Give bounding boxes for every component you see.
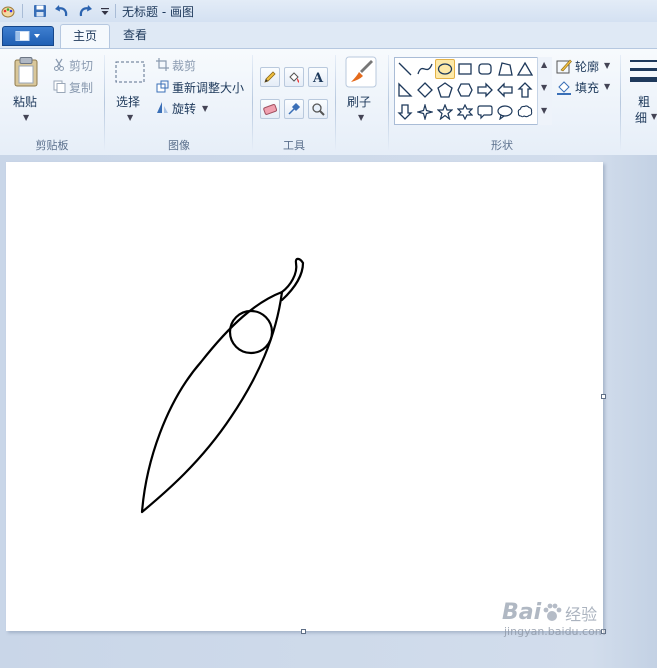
copy-button[interactable]: 复制 <box>69 79 93 96</box>
color-picker-icon[interactable] <box>284 99 304 119</box>
fill-shape-icon <box>556 79 572 95</box>
paste-dropdown-icon[interactable]: ▼ <box>23 113 29 122</box>
tab-home[interactable]: 主页 <box>60 24 111 48</box>
size-dropdown-icon[interactable]: ▼ <box>651 112 657 121</box>
ribbon-tab-row: 主页 查看 <box>0 22 657 48</box>
rounded-rectangle-shape-icon[interactable] <box>475 59 495 79</box>
right-triangle-shape-icon[interactable] <box>395 80 415 100</box>
brush-icon[interactable] <box>344 55 378 89</box>
ribbon: 粘贴 ▼ 剪切 复制 剪贴板 选择 ▼ 裁剪 重新调整大小 旋转 ▼ 图像 A <box>0 48 657 156</box>
pencil-icon[interactable] <box>260 67 280 87</box>
menu-icon <box>15 31 40 41</box>
resize-handle-right[interactable] <box>601 394 606 399</box>
brushes-dropdown-icon[interactable]: ▼ <box>358 113 364 122</box>
paint-app-icon[interactable] <box>0 3 16 19</box>
resize-handle-bottom[interactable] <box>301 629 306 634</box>
cloud-callout-shape-icon[interactable] <box>515 102 535 122</box>
diamond-shape-icon[interactable] <box>415 80 435 100</box>
group-divider <box>388 55 389 151</box>
paw-logo-icon <box>543 603 562 621</box>
canvas-workspace <box>0 155 657 668</box>
oval-shape-icon[interactable] <box>435 59 455 79</box>
select-dropdown-icon[interactable]: ▼ <box>127 113 133 122</box>
four-point-star-shape-icon[interactable] <box>415 102 435 122</box>
scroll-down-icon[interactable]: ▼ <box>541 83 547 92</box>
magnifier-icon[interactable] <box>308 99 328 119</box>
hexagon-shape-icon[interactable] <box>455 80 475 100</box>
outline-button[interactable]: 轮廓 <box>575 58 599 75</box>
copy-icon <box>52 79 66 93</box>
oval-callout-shape-icon[interactable] <box>495 102 515 122</box>
toolbar-separator <box>22 4 23 18</box>
customize-toolbar-icon[interactable] <box>97 3 113 19</box>
triangle-shape-icon[interactable] <box>515 59 535 79</box>
group-divider <box>104 55 105 151</box>
rounded-callout-shape-icon[interactable] <box>475 102 495 122</box>
paste-button[interactable]: 粘贴 <box>13 93 37 110</box>
watermark-jingyan: 经验 <box>565 604 598 624</box>
shapes-group-label: 形状 <box>491 139 513 152</box>
pepper-drawing <box>140 257 305 514</box>
tools-group-label: 工具 <box>283 139 305 152</box>
window-title: 无标题 - 画图 <box>122 5 194 19</box>
toolbar-separator <box>115 4 116 18</box>
text-icon[interactable]: A <box>308 67 328 87</box>
right-arrow-shape-icon[interactable] <box>475 80 495 100</box>
rectangle-shape-icon[interactable] <box>455 59 475 79</box>
cut-button[interactable]: 剪切 <box>69 57 93 74</box>
polygon-shape-icon[interactable] <box>495 59 515 79</box>
outline-icon <box>556 58 572 74</box>
scissors-icon <box>52 57 66 71</box>
crop-button[interactable]: 裁剪 <box>172 57 196 74</box>
size-label-line1[interactable]: 粗 <box>638 93 650 110</box>
paint-menu-button[interactable] <box>2 26 54 46</box>
down-arrow-shape-icon[interactable] <box>395 102 415 122</box>
size-label-line2[interactable]: 细 <box>635 109 647 126</box>
rotate-icon <box>155 100 169 114</box>
line-shape-icon[interactable] <box>395 59 415 79</box>
fill-button[interactable]: 填充 <box>575 79 599 96</box>
paste-icon[interactable] <box>10 55 42 89</box>
drawing-canvas[interactable] <box>6 162 603 631</box>
group-divider <box>335 55 336 151</box>
left-arrow-shape-icon[interactable] <box>495 80 515 100</box>
title-bar: 无标题 - 画图 <box>0 0 657 23</box>
eraser-icon[interactable] <box>260 99 280 119</box>
rotate-dropdown-icon[interactable]: ▼ <box>202 104 208 113</box>
scroll-up-icon[interactable]: ▲ <box>541 60 547 69</box>
baidu-watermark: Bai 经验 jingyan.baidu.com <box>502 600 606 638</box>
curve-shape-icon[interactable] <box>415 59 435 79</box>
save-icon[interactable] <box>32 3 48 19</box>
crop-icon <box>155 57 169 71</box>
rotate-button[interactable]: 旋转 <box>172 100 196 117</box>
shapes-gallery <box>394 57 550 125</box>
outline-dropdown-icon[interactable]: ▼ <box>604 61 610 70</box>
watermark-brand: Bai <box>502 600 542 625</box>
fill-icon[interactable] <box>284 67 304 87</box>
group-divider <box>252 55 253 151</box>
fill-dropdown-icon[interactable]: ▼ <box>604 82 610 91</box>
resize-button[interactable]: 重新调整大小 <box>172 79 244 96</box>
select-icon[interactable] <box>113 59 147 85</box>
shapes-scrollbar[interactable]: ▲ ▼ ▼ <box>537 57 552 125</box>
expand-gallery-icon[interactable]: ▼ <box>541 106 547 115</box>
up-arrow-shape-icon[interactable] <box>515 80 535 100</box>
redo-icon[interactable] <box>77 3 93 19</box>
svg-text:A: A <box>312 71 324 84</box>
watermark-url: jingyan.baidu.com <box>504 625 606 638</box>
tab-view[interactable]: 查看 <box>111 24 159 48</box>
six-point-star-shape-icon[interactable] <box>455 102 475 122</box>
pentagon-shape-icon[interactable] <box>435 80 455 100</box>
select-button[interactable]: 选择 <box>116 93 140 110</box>
undo-icon[interactable] <box>54 3 70 19</box>
image-group-label: 图像 <box>168 139 190 152</box>
size-icon[interactable] <box>629 57 657 87</box>
clipboard-group-label: 剪贴板 <box>35 139 69 152</box>
five-point-star-shape-icon[interactable] <box>435 102 455 122</box>
brushes-button[interactable]: 刷子 <box>347 93 371 110</box>
group-divider <box>620 55 621 151</box>
resize-icon <box>155 79 169 93</box>
